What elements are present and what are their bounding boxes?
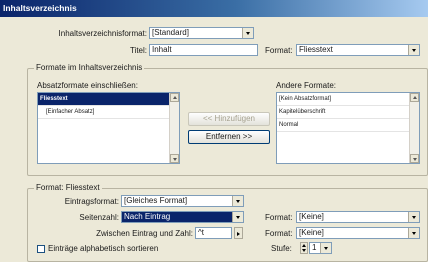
chevron-down-icon (320, 243, 331, 253)
level-spinner-icon[interactable] (300, 242, 308, 254)
entry-format-label: Eintragsformat: (64, 197, 119, 206)
dialog-title: Inhaltsverzeichnis (0, 0, 428, 17)
chevron-down-icon (242, 28, 253, 38)
toc-format-label: Inhaltsverzeichnisformat: (58, 29, 147, 38)
between-format-dropdown[interactable]: [Keine] (296, 227, 420, 239)
styles-group-title: Formate im Inhaltsverzeichnis (34, 63, 145, 73)
scroll-up-icon[interactable] (410, 93, 419, 102)
scroll-down-icon[interactable] (410, 154, 419, 163)
chevron-down-icon (408, 228, 419, 238)
title-input-value: Inhalt (152, 45, 172, 54)
chevron-down-icon (232, 196, 243, 206)
include-styles-list[interactable]: Fliesstext [Einfacher Absatz] (37, 92, 180, 164)
page-number-format-dropdown[interactable]: [Keine] (296, 211, 420, 223)
page-number-format-label: Format: (265, 213, 293, 222)
chevron-right-icon[interactable] (234, 227, 243, 239)
title-label: Titel: (129, 46, 147, 55)
toc-format-dropdown[interactable]: [Standard] (149, 27, 254, 39)
scrollbar[interactable] (409, 93, 419, 163)
page-number-value: Nach Eintrag (124, 212, 171, 221)
chevron-down-icon (408, 45, 419, 55)
entry-format-dropdown[interactable]: [Gleiches Format] (121, 195, 244, 207)
list-item[interactable]: Kapitelüberschrift (277, 106, 419, 119)
chevron-down-icon (408, 212, 419, 222)
page-number-dropdown[interactable]: Nach Eintrag (121, 211, 244, 223)
page-number-format-value: [Keine] (299, 212, 324, 221)
toc-format-value: [Standard] (152, 28, 189, 37)
list-item[interactable]: Fliesstext (38, 93, 179, 106)
title-input[interactable]: Inhalt (149, 44, 258, 56)
level-dropdown[interactable]: 1 (309, 242, 332, 254)
toc-dialog: Inhaltsverzeichnis Inhaltsverzeichnisfor… (0, 0, 428, 262)
sort-alphabetical-label: Einträge alphabetisch sortieren (48, 244, 159, 253)
between-entry-input[interactable]: ^t (195, 227, 232, 239)
level-label: Stufe: (271, 244, 292, 253)
scrollbar[interactable] (169, 93, 179, 163)
include-styles-label: Absatzformate einschließen: (37, 81, 138, 90)
title-format-label: Format: (265, 46, 293, 55)
level-value: 1 (312, 243, 317, 252)
between-format-label: Format: (265, 229, 293, 238)
scroll-up-icon[interactable] (170, 93, 179, 102)
list-item[interactable]: [Einfacher Absatz] (38, 106, 179, 119)
title-format-dropdown[interactable]: Fliesstext (296, 44, 420, 56)
between-entry-value: ^t (198, 228, 204, 237)
between-format-value: [Keine] (299, 228, 324, 237)
format-group-title: Format: Fliesstext (34, 183, 102, 193)
list-item[interactable]: Normal (277, 119, 419, 132)
page-number-label: Seitenzahl: (79, 213, 119, 222)
scroll-down-icon[interactable] (170, 154, 179, 163)
between-entry-label: Zwischen Eintrag und Zahl: (96, 229, 193, 238)
add-button[interactable]: << Hinzufügen (188, 112, 270, 126)
entry-format-value: [Gleiches Format] (124, 196, 188, 205)
chevron-down-icon (232, 212, 243, 222)
other-styles-list[interactable]: [Kein Absatzformat] Kapitelüberschrift N… (276, 92, 420, 164)
list-item[interactable]: [Kein Absatzformat] (277, 93, 419, 106)
title-format-value: Fliesstext (299, 45, 333, 54)
page-edge (428, 0, 433, 262)
remove-button[interactable]: Entfernen >> (188, 130, 270, 144)
other-styles-label: Andere Formate: (276, 81, 337, 90)
sort-alphabetical-checkbox[interactable] (37, 245, 45, 253)
